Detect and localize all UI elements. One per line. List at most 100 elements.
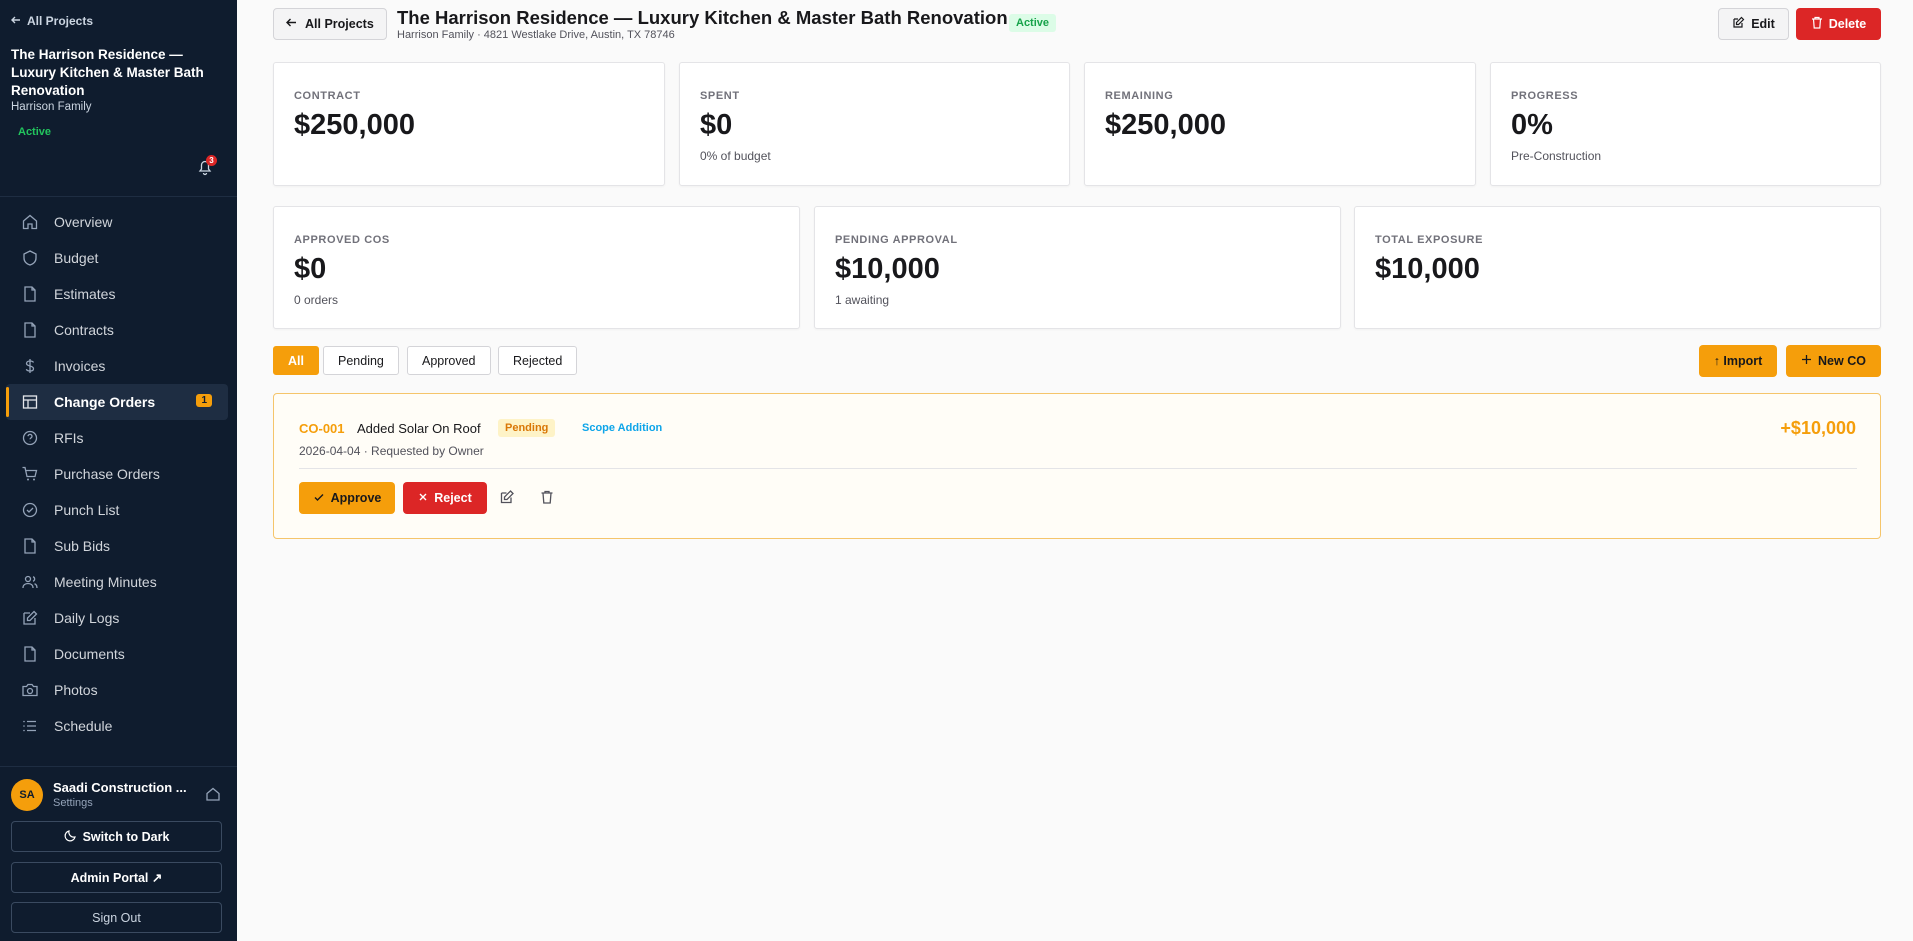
stat-sub: 0% of budget xyxy=(700,149,771,163)
sidebar-item-label: Purchase Orders xyxy=(54,466,160,482)
sidebar-item-estimates[interactable]: Estimates xyxy=(6,276,228,312)
dollar-icon xyxy=(21,357,39,375)
org-name[interactable]: Saadi Construction ... xyxy=(53,780,193,795)
sidebar-item-punch-list[interactable]: Punch List xyxy=(6,492,228,528)
trash-icon xyxy=(1811,16,1823,32)
filter-all[interactable]: All xyxy=(273,346,319,375)
co-amount: +$10,000 xyxy=(1780,418,1856,438)
all-projects-button[interactable]: All Projects xyxy=(273,8,387,40)
delete-label: Delete xyxy=(1828,17,1867,31)
sidebar-nav: Overview Budget Estimates Contracts Invo… xyxy=(6,204,228,744)
page-title: The Harrison Residence — Luxury Kitchen … xyxy=(397,7,1008,28)
filter-rejected[interactable]: Rejected xyxy=(498,346,578,375)
main-content: All Projects The Harrison Residence — Lu… xyxy=(237,0,1913,941)
camera-icon xyxy=(21,681,39,699)
stat-value: $0 xyxy=(700,109,733,141)
stat-value: $0 xyxy=(294,253,327,285)
edit-icon xyxy=(1732,16,1745,32)
stat-value: $10,000 xyxy=(835,253,940,285)
approve-button[interactable]: Approve xyxy=(299,482,395,514)
stat-sub: Pre-Construction xyxy=(1511,149,1602,163)
sidebar-item-label: Change Orders xyxy=(54,394,156,410)
shield-icon xyxy=(21,249,39,267)
filter-approved[interactable]: Approved xyxy=(407,346,491,375)
sidebar-item-label: Meeting Minutes xyxy=(54,574,157,590)
plus-icon xyxy=(1801,354,1812,368)
users-icon xyxy=(21,573,39,591)
sidebar-item-label: Budget xyxy=(54,250,99,266)
filter-pending[interactable]: Pending xyxy=(323,346,399,375)
stat-card-spent: SPENT $0 0% of budget xyxy=(679,62,1070,186)
edit-icon[interactable] xyxy=(499,489,517,507)
stat-label: APPROVED COS xyxy=(294,234,390,246)
sidebar-item-invoices[interactable]: Invoices xyxy=(6,348,228,384)
sidebar-item-sub-bids[interactable]: Sub Bids xyxy=(6,528,228,564)
file-icon xyxy=(21,285,39,303)
switch-theme-button[interactable]: Switch to Dark xyxy=(11,821,222,852)
sidebar-item-label: Estimates xyxy=(54,286,116,302)
import-button[interactable]: ↑ Import xyxy=(1699,345,1777,377)
admin-portal-button[interactable]: Admin Portal ↗ xyxy=(11,862,222,893)
sidebar-item-purchase-orders[interactable]: Purchase Orders xyxy=(6,456,228,492)
table-icon xyxy=(21,393,39,411)
sidebar-item-overview[interactable]: Overview xyxy=(6,204,228,240)
file-icon xyxy=(21,537,39,555)
sidebar-item-daily-logs[interactable]: Daily Logs xyxy=(6,600,228,636)
sidebar-item-rfis[interactable]: RFIs xyxy=(6,420,228,456)
delete-button[interactable]: Delete xyxy=(1796,8,1881,40)
stat-card-pending-approval: PENDING APPROVAL $10,000 1 awaiting xyxy=(814,206,1341,329)
stat-card-approved-cos: APPROVED COS $0 0 orders xyxy=(273,206,800,329)
change-orders-count-badge: 1 xyxy=(196,394,212,407)
edit-label: Edit xyxy=(1751,17,1775,31)
edit-button[interactable]: Edit xyxy=(1718,8,1789,40)
arrow-left-icon xyxy=(286,17,297,31)
close-icon xyxy=(418,491,428,505)
sidebar-divider xyxy=(0,196,237,197)
sidebar-back-link[interactable]: All Projects xyxy=(11,14,93,28)
sidebar-item-contracts[interactable]: Contracts xyxy=(6,312,228,348)
trash-icon[interactable] xyxy=(539,489,557,507)
stat-sub: 1 awaiting xyxy=(835,293,890,307)
sidebar-client: Harrison Family xyxy=(11,101,92,113)
file-icon xyxy=(21,321,39,339)
sidebar-item-label: Daily Logs xyxy=(54,610,120,626)
stat-card-contract: CONTRACT $250,000 xyxy=(273,62,665,186)
new-co-button[interactable]: New CO xyxy=(1786,345,1881,377)
co-type-tag: Scope Addition xyxy=(582,422,663,434)
stat-card-progress: PROGRESS 0% Pre-Construction xyxy=(1490,62,1881,186)
sidebar-item-budget[interactable]: Budget xyxy=(6,240,228,276)
sidebar-item-label: Documents xyxy=(54,646,125,662)
reject-button[interactable]: Reject xyxy=(403,482,487,514)
check-icon xyxy=(313,491,325,506)
arrow-left-icon xyxy=(11,14,21,28)
home-icon[interactable] xyxy=(205,786,221,802)
settings-link[interactable]: Settings xyxy=(53,797,93,809)
reject-label: Reject xyxy=(434,491,472,505)
stat-label: REMAINING xyxy=(1105,90,1174,102)
avatar[interactable]: SA xyxy=(11,779,43,811)
sidebar-item-photos[interactable]: Photos xyxy=(6,672,228,708)
sidebar-item-schedule[interactable]: Schedule xyxy=(6,708,228,744)
home-icon xyxy=(21,213,39,231)
all-projects-label: All Projects xyxy=(305,17,374,31)
co-id[interactable]: CO-001 xyxy=(299,421,345,436)
sidebar-item-documents[interactable]: Documents xyxy=(6,636,228,672)
check-circle-icon xyxy=(21,501,39,519)
sidebar-item-change-orders[interactable]: Change Orders 1 xyxy=(6,384,228,420)
co-status-badge: Pending xyxy=(498,419,556,437)
sidebar-project-title: The Harrison Residence — Luxury Kitchen … xyxy=(11,47,204,98)
stat-value: $250,000 xyxy=(294,109,415,141)
sidebar-footer: SA Saadi Construction ... Settings Switc… xyxy=(0,766,237,941)
sidebar-item-label: Contracts xyxy=(54,322,114,338)
stat-card-remaining: REMAINING $250,000 xyxy=(1084,62,1476,186)
sidebar-item-meeting-minutes[interactable]: Meeting Minutes xyxy=(6,564,228,600)
moon-icon xyxy=(64,829,77,845)
sidebar-item-label: RFIs xyxy=(54,430,84,446)
sign-out-button[interactable]: Sign Out xyxy=(11,902,222,933)
change-order-card: CO-001 Added Solar On Roof Pending Scope… xyxy=(273,393,1881,539)
sidebar-item-label: Photos xyxy=(54,682,98,698)
sidebar-item-label: Schedule xyxy=(54,718,113,734)
sidebar: All Projects The Harrison Residence — Lu… xyxy=(0,0,237,941)
stat-label: CONTRACT xyxy=(294,90,361,102)
stat-value: 0% xyxy=(1511,109,1553,141)
